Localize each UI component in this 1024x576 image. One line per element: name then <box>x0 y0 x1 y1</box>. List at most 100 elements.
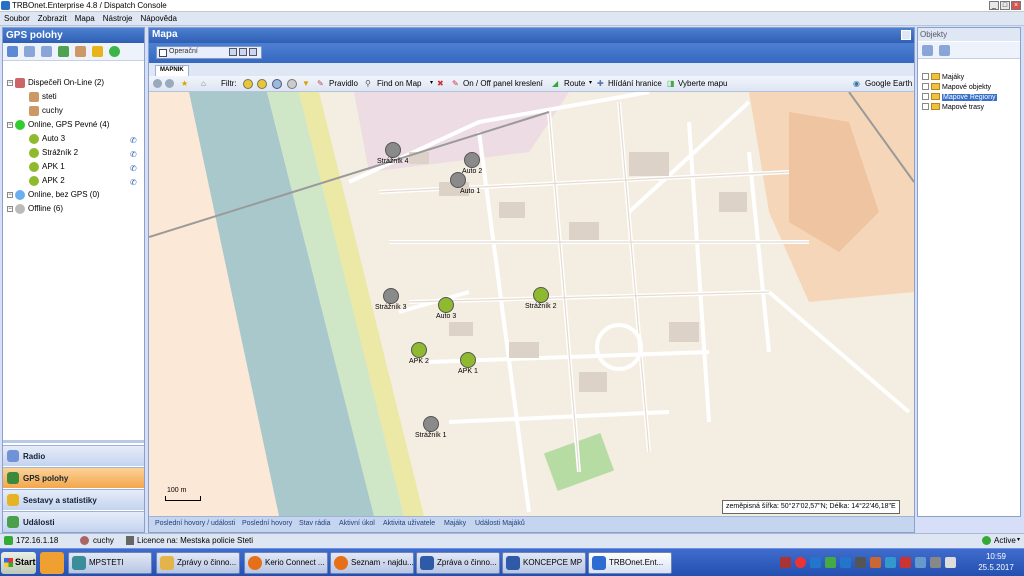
expand-icon[interactable]: − <box>7 122 13 128</box>
zoom-out-icon[interactable] <box>165 79 174 88</box>
panel-splitter[interactable] <box>3 440 144 443</box>
tray-antivirus-icon[interactable] <box>900 557 911 568</box>
profile-settings-icon[interactable] <box>249 48 257 56</box>
task-zpravy[interactable]: Zprávy o činno... <box>156 552 240 574</box>
task-mpsteti[interactable]: MPSTETI <box>68 552 152 574</box>
close-button[interactable]: × <box>1011 1 1021 10</box>
map-unit-apk-2[interactable]: APK 2 <box>409 342 429 365</box>
tree-item[interactable]: Strážník 2 ✆ <box>7 146 143 160</box>
phone-icon[interactable]: ✆ <box>130 162 139 173</box>
expand-icon[interactable]: − <box>7 80 13 86</box>
tree-item[interactable]: − Online, GPS Pevné (4) <box>7 118 143 132</box>
menu-napoveda[interactable]: Nápověda <box>137 12 181 23</box>
menu-soubor[interactable]: Soubor <box>0 12 34 23</box>
map-unit-strazník-1[interactable]: Strážník 1 <box>415 416 447 439</box>
status-active[interactable]: Active <box>994 536 1016 545</box>
filter-walker-icon[interactable] <box>243 79 253 89</box>
map-canvas[interactable]: Strážník 4 Auto 2 Auto 1 Strážník 3 Auto… <box>149 92 914 516</box>
tab-beacon-events[interactable]: Události Majáků <box>475 520 525 527</box>
border-watch-button[interactable]: Hlídání hranice <box>608 79 662 88</box>
funnel-icon[interactable]: ▼ <box>302 79 310 88</box>
tree-item[interactable]: cuchy <box>7 104 143 118</box>
tree-item[interactable]: − Online, bez GPS (0) <box>7 188 143 202</box>
tray-update-icon[interactable] <box>870 557 881 568</box>
minimize-button[interactable]: _ <box>989 1 999 10</box>
tree-item[interactable]: − Offline (6) <box>7 202 143 216</box>
clear-icon[interactable]: ✖ <box>437 79 444 88</box>
expand-icon[interactable]: − <box>7 192 13 198</box>
zoom-in-icon[interactable] <box>153 79 162 88</box>
tree-item[interactable]: APK 1 ✆ <box>7 160 143 174</box>
map-unit-auto-3[interactable]: Auto 3 <box>436 297 456 320</box>
tab-beacons[interactable]: Majáky <box>444 520 466 527</box>
tree-item[interactable]: − Dispečeři On-Line (2) <box>7 76 143 90</box>
expand-icon[interactable] <box>922 83 929 90</box>
tab-active-task[interactable]: Aktivní úkol <box>339 520 375 527</box>
tools-icon[interactable] <box>75 46 86 57</box>
draw-panel-toggle[interactable]: On / Off panel kreslení <box>463 79 543 88</box>
refresh-icon[interactable] <box>7 46 18 57</box>
tab-last-calls-events[interactable]: Poslední hovory / události <box>155 520 235 527</box>
map-unit-strazník-4[interactable]: Strážník 4 <box>377 142 409 165</box>
tray-bluetooth-icon[interactable] <box>810 557 821 568</box>
tree-icon[interactable] <box>41 46 52 57</box>
maximize-button[interactable]: □ <box>1000 1 1010 10</box>
start-button[interactable]: Start <box>1 552 36 574</box>
nav-events[interactable]: Události <box>3 511 144 532</box>
filter-car-icon[interactable] <box>257 79 267 89</box>
filter-icon[interactable] <box>92 46 103 57</box>
status-dropdown-icon[interactable]: ▾ <box>1017 536 1020 543</box>
object-mapove-regiony[interactable]: Mapové Regiony <box>922 93 997 103</box>
task-kerio[interactable]: Kerio Connect ... <box>244 552 328 574</box>
task-trbonet[interactable]: TRBOnet.Ent... <box>588 552 672 574</box>
find-dropdown-icon[interactable]: ▾ <box>430 79 433 86</box>
tab-user-activity[interactable]: Aktivita uživatele <box>383 520 435 527</box>
tray-app-icon[interactable] <box>780 557 791 568</box>
profile-prev-icon[interactable] <box>229 48 237 56</box>
list-view-icon[interactable] <box>922 45 933 56</box>
list-icon[interactable] <box>24 46 35 57</box>
expand-icon[interactable] <box>922 103 929 110</box>
tree-item[interactable]: steti <box>7 90 143 104</box>
group-icon[interactable] <box>58 46 69 57</box>
menu-mapa[interactable]: Mapa <box>71 12 99 23</box>
phone-icon[interactable]: ✆ <box>130 148 139 159</box>
task-zprava[interactable]: Zpráva o činno... <box>416 552 500 574</box>
tab-radio-status[interactable]: Stav rádia <box>299 520 331 527</box>
object-mapove-objekty[interactable]: Mapové objekty <box>922 83 991 93</box>
profile-checkbox[interactable] <box>159 49 167 57</box>
tray-network-icon[interactable] <box>840 557 851 568</box>
nav-gps[interactable]: GPS polohy <box>3 467 144 488</box>
object-mapove-trasy[interactable]: Mapové trasy <box>922 103 984 113</box>
sync-icon[interactable] <box>109 46 120 57</box>
media-player-icon[interactable] <box>40 552 64 574</box>
tree-view-icon[interactable] <box>939 45 950 56</box>
expand-icon[interactable] <box>922 73 929 80</box>
map-unit-auto-1[interactable]: Auto 1 <box>448 172 480 195</box>
tray-volume-icon[interactable] <box>930 557 941 568</box>
map-unit-strazník-3[interactable]: Strážník 3 <box>375 288 407 311</box>
find-on-map-button[interactable]: Find on Map <box>377 79 421 88</box>
tab-last-calls[interactable]: Poslední hovory <box>242 520 292 527</box>
tree-item[interactable]: Auto 3 ✆ <box>7 132 143 146</box>
tray-monitor-icon[interactable] <box>915 557 926 568</box>
home-icon[interactable]: ⌂ <box>201 79 206 88</box>
phone-icon[interactable]: ✆ <box>130 134 139 145</box>
task-seznam[interactable]: Seznam - najdu... <box>330 552 414 574</box>
object-majaky[interactable]: Majáky <box>922 73 964 83</box>
tray-sync-icon[interactable] <box>885 557 896 568</box>
map-unit-apk-1[interactable]: APK 1 <box>458 352 478 375</box>
taskbar-clock[interactable]: 10:59 25.5.2017 <box>970 551 1022 573</box>
tree-item[interactable]: APK 2 ✆ <box>7 174 143 188</box>
phone-icon[interactable]: ✆ <box>130 176 139 187</box>
menu-nastroje[interactable]: Nástroje <box>99 12 137 23</box>
task-koncepce[interactable]: KONCEPCE MP ... <box>502 552 586 574</box>
route-dropdown-icon[interactable]: ▾ <box>589 79 592 86</box>
tab-mapnik[interactable]: MAPNIK <box>155 65 189 76</box>
favorite-icon[interactable]: ★ <box>181 79 188 88</box>
nav-reports[interactable]: Sestavy a statistiky <box>3 489 144 510</box>
ruler-button[interactable]: Pravidlo <box>329 79 358 88</box>
nav-radio[interactable]: Radio <box>3 445 144 466</box>
expand-icon[interactable] <box>922 93 929 100</box>
route-button[interactable]: Route <box>564 79 585 88</box>
